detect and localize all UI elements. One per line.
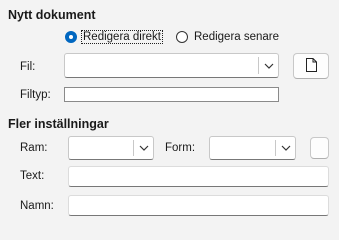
- radio-edit-later[interactable]: Redigera senare: [176, 31, 280, 43]
- radio-edit-now-label[interactable]: Redigera direkt: [81, 30, 163, 44]
- radio-edit-later-label[interactable]: Redigera senare: [193, 31, 280, 43]
- color-button[interactable]: [310, 137, 329, 159]
- new-file-button[interactable]: [293, 53, 329, 79]
- filetype-label: Filtyp:: [20, 89, 51, 101]
- file-label: Fil:: [20, 61, 36, 73]
- frame-combobox[interactable]: [68, 136, 154, 160]
- document-icon: [305, 57, 317, 75]
- form-label: Form:: [165, 142, 196, 154]
- frame-label: Ram:: [20, 142, 48, 154]
- chevron-down-icon[interactable]: [276, 137, 296, 159]
- name-label: Namn:: [20, 200, 54, 212]
- form-combobox[interactable]: [209, 136, 296, 160]
- new-document-heading: Nytt dokument: [8, 8, 96, 22]
- file-combobox[interactable]: [64, 53, 279, 78]
- more-settings-heading: Fler inställningar: [8, 117, 109, 131]
- name-input[interactable]: [68, 195, 329, 216]
- chevron-down-icon[interactable]: [134, 137, 154, 159]
- radio-edit-later-indicator[interactable]: [176, 31, 188, 43]
- text-input[interactable]: [68, 166, 329, 187]
- chevron-down-icon[interactable]: [259, 54, 279, 77]
- text-label: Text:: [20, 170, 45, 182]
- radio-edit-now[interactable]: Redigera direkt: [65, 30, 163, 44]
- radio-edit-now-indicator[interactable]: [65, 31, 77, 43]
- filetype-field: [64, 87, 279, 102]
